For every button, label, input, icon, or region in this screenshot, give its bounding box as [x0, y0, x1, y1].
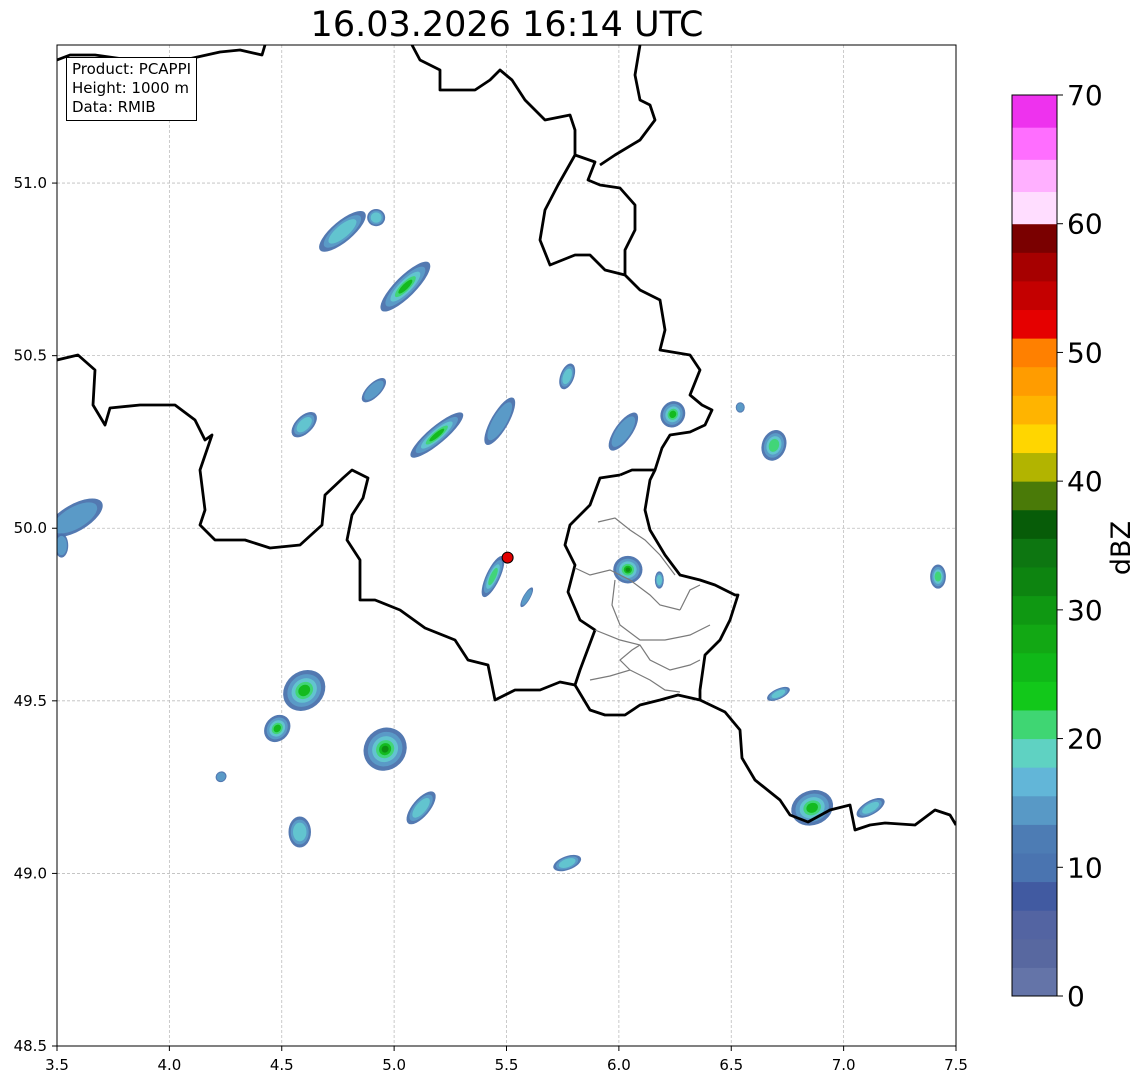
- colorbar-segment: [1012, 709, 1057, 740]
- colorbar-segment: [1012, 366, 1057, 396]
- colorbar-segment: [1012, 191, 1057, 225]
- colorbar-ticks: 0 10 20 30 40 50 60 70: [1057, 79, 1103, 1013]
- product-info-box: Product: PCAPPI Height: 1000 m Data: RMI…: [66, 57, 198, 121]
- colorbar-segments: [1012, 95, 1057, 997]
- colorbar-tick-label: 20: [1067, 723, 1103, 756]
- colorbar-segment: [1012, 652, 1057, 682]
- colorbar-segment: [1012, 566, 1057, 597]
- colorbar-segment: [1012, 595, 1057, 625]
- colorbar-segment: [1012, 223, 1057, 253]
- colorbar-segment: [1012, 509, 1057, 539]
- colorbar-segment: [1012, 767, 1057, 797]
- colorbar-segment: [1012, 538, 1057, 568]
- data-source-label: Data: RMIB: [72, 98, 156, 116]
- colorbar-segment: [1012, 624, 1057, 654]
- colorbar-tick-label: 30: [1067, 594, 1103, 627]
- colorbar-segment: [1012, 795, 1057, 825]
- product-label: Product: PCAPPI: [72, 60, 192, 78]
- colorbar-segment: [1012, 738, 1057, 768]
- colorbar-segment: [1012, 881, 1057, 911]
- colorbar-segment: [1012, 95, 1057, 128]
- colorbar: 0 10 20 30 40 50 60 70 dBZ: [1011, 79, 1137, 1013]
- colorbar-segment: [1012, 967, 1057, 997]
- colorbar-tick-label: 50: [1067, 336, 1103, 369]
- colorbar-tick-label: 60: [1067, 208, 1103, 241]
- height-label: Height: 1000 m: [72, 79, 189, 97]
- colorbar-label: dBZ: [1106, 521, 1137, 575]
- colorbar-tick-label: 10: [1067, 851, 1103, 884]
- colorbar-segment: [1012, 681, 1057, 711]
- colorbar-tick-label: 70: [1067, 79, 1103, 112]
- colorbar-segment: [1012, 338, 1057, 368]
- colorbar-segment: [1012, 127, 1057, 160]
- colorbar-segment: [1012, 452, 1057, 482]
- colorbar-segment: [1012, 280, 1057, 311]
- colorbar-segment: [1012, 309, 1057, 339]
- colorbar-tick-label: 40: [1067, 465, 1103, 498]
- colorbar-segment: [1012, 852, 1057, 883]
- colorbar-segment: [1012, 395, 1057, 425]
- colorbar-segment: [1012, 481, 1057, 511]
- colorbar-segment: [1012, 938, 1057, 968]
- colorbar-segment: [1012, 423, 1057, 454]
- colorbar-segment: [1012, 252, 1057, 282]
- colorbar-segment: [1012, 159, 1057, 193]
- colorbar-segment: [1012, 824, 1057, 854]
- colorbar-segment: [1012, 910, 1057, 940]
- colorbar-tick-label: 0: [1067, 980, 1085, 1013]
